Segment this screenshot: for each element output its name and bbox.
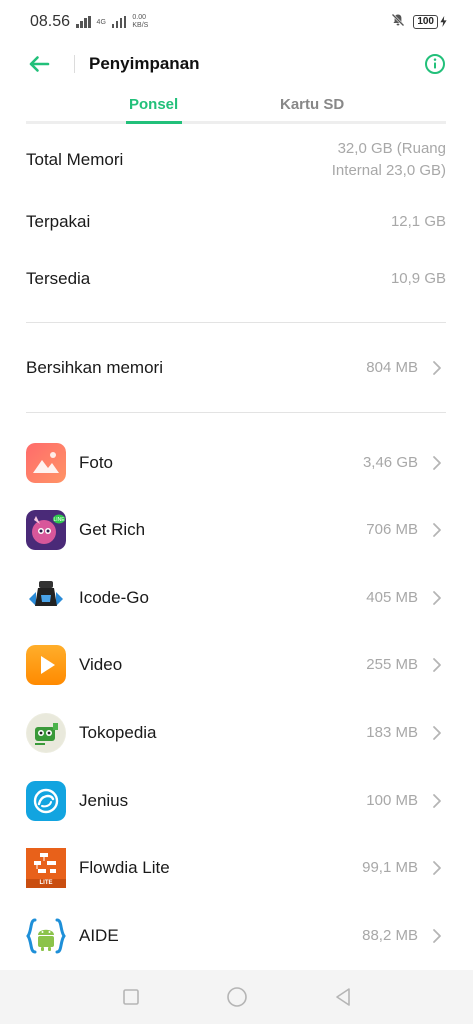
circle-icon (226, 987, 247, 1007)
jenius-icon (26, 781, 66, 821)
app-row-get-rich[interactable]: LINE Get Rich 706 MB (26, 509, 446, 551)
signal-icon (76, 16, 91, 28)
total-memory-value-line1: 32,0 GB (Ruang (337, 140, 446, 157)
chevron-right-icon (432, 793, 446, 809)
total-memory-value-line2: Internal 23,0 GB) (331, 162, 446, 179)
header-divider (74, 55, 75, 73)
mute-bell-icon (391, 13, 405, 31)
app-name: Video (79, 655, 123, 674)
flowdia-lite-icon: LITE (26, 848, 66, 888)
flowdia-lite-badge: LITE (39, 880, 53, 886)
tab-kartu-sd[interactable]: Kartu SD (280, 96, 344, 113)
app-name: AIDE (79, 926, 119, 945)
clean-memory-label: Bersihkan memori (26, 358, 163, 377)
app-size: 3,46 GB (362, 454, 418, 471)
get-rich-icon: LINE (26, 510, 66, 550)
tokopedia-icon (26, 713, 66, 753)
app-name: Foto (79, 453, 114, 472)
active-tab-indicator (126, 121, 182, 124)
storage-tabs: Ponsel Kartu SD (26, 88, 446, 124)
app-size: 706 MB (366, 521, 418, 538)
aide-icon (26, 916, 66, 956)
app-row-foto[interactable]: Foto 3,46 GB (26, 442, 446, 484)
app-row-icode-go[interactable]: Icode-Go 405 MB (26, 577, 446, 619)
app-row-flowdia-lite[interactable]: LITE Flowdia Lite 99,1 MB (26, 847, 446, 889)
app-header: Penyimpanan (0, 44, 473, 84)
app-size: 405 MB (366, 589, 418, 606)
chevron-right-icon (432, 860, 446, 876)
signal-icon-2 (111, 16, 127, 28)
app-size: 183 MB (366, 724, 418, 741)
used-memory-value: 12,1 GB (390, 213, 446, 230)
total-memory-row: Total Memori 32,0 GB (Ruang Internal 23,… (26, 137, 446, 183)
chevron-right-icon (432, 928, 446, 944)
used-memory-row: Terpakai 12,1 GB (26, 208, 446, 236)
total-memory-value: 32,0 GB (Ruang Internal 23,0 GB) (332, 138, 446, 182)
app-row-aide[interactable]: AIDE 88,2 MB (26, 915, 446, 957)
clean-memory-row[interactable]: Bersihkan memori 804 MB (26, 354, 446, 382)
app-row-tokopedia[interactable]: Tokopedia 183 MB (26, 712, 446, 754)
chevron-right-icon (432, 360, 446, 376)
network-speed-unit: KB/S (132, 22, 149, 29)
app-name: Jenius (79, 791, 129, 810)
tab-ponsel[interactable]: Ponsel (129, 96, 178, 113)
app-size: 255 MB (366, 656, 418, 673)
chevron-right-icon (432, 725, 446, 741)
back-nav-button[interactable] (331, 985, 355, 1009)
svg-text:LINE: LINE (53, 517, 65, 523)
network-speed: 0.00 KB/S (132, 14, 148, 30)
page-title: Penyimpanan (89, 54, 200, 73)
status-time: 08.56 (30, 13, 71, 30)
back-button[interactable] (26, 51, 52, 77)
section-divider (26, 322, 446, 323)
back-arrow-icon (29, 56, 50, 72)
home-button[interactable] (225, 985, 249, 1009)
app-size: 88,2 MB (362, 927, 418, 944)
app-name: Flowdia Lite (79, 858, 170, 877)
battery-indicator: 100 (413, 14, 447, 31)
network-speed-value: 0.00 (132, 14, 147, 21)
total-memory-label: Total Memori (26, 150, 124, 169)
info-icon (425, 54, 445, 74)
app-name: Get Rich (79, 520, 146, 539)
info-button[interactable] (423, 52, 447, 76)
app-row-jenius[interactable]: Jenius 100 MB (26, 780, 446, 822)
triangle-back-icon (335, 988, 350, 1006)
system-nav-bar (0, 970, 473, 1024)
battery-level: 100 (413, 15, 438, 29)
square-icon (122, 989, 139, 1005)
section-divider (26, 412, 446, 413)
app-size: 100 MB (366, 792, 418, 809)
charging-icon (440, 14, 447, 31)
recent-apps-button[interactable] (119, 985, 143, 1009)
clean-memory-value: 804 MB (366, 359, 418, 376)
chevron-right-icon (432, 522, 446, 538)
status-bar: 08.56 4G 0.00 KB/S 100 (0, 0, 473, 44)
chevron-right-icon (432, 657, 446, 673)
icode-go-icon (26, 578, 66, 618)
app-name: Tokopedia (79, 723, 157, 742)
app-row-video[interactable]: Video 255 MB (26, 644, 446, 686)
free-memory-label: Tersedia (26, 269, 91, 288)
photos-icon (26, 443, 66, 483)
app-size: 99,1 MB (362, 859, 418, 876)
video-icon (26, 645, 66, 685)
free-memory-row: Tersedia 10,9 GB (26, 265, 446, 293)
used-memory-label: Terpakai (26, 212, 91, 231)
app-name: Icode-Go (79, 588, 149, 607)
free-memory-value: 10,9 GB (390, 270, 446, 287)
network-type: 4G (96, 18, 106, 26)
chevron-right-icon (432, 455, 446, 471)
chevron-right-icon (432, 590, 446, 606)
